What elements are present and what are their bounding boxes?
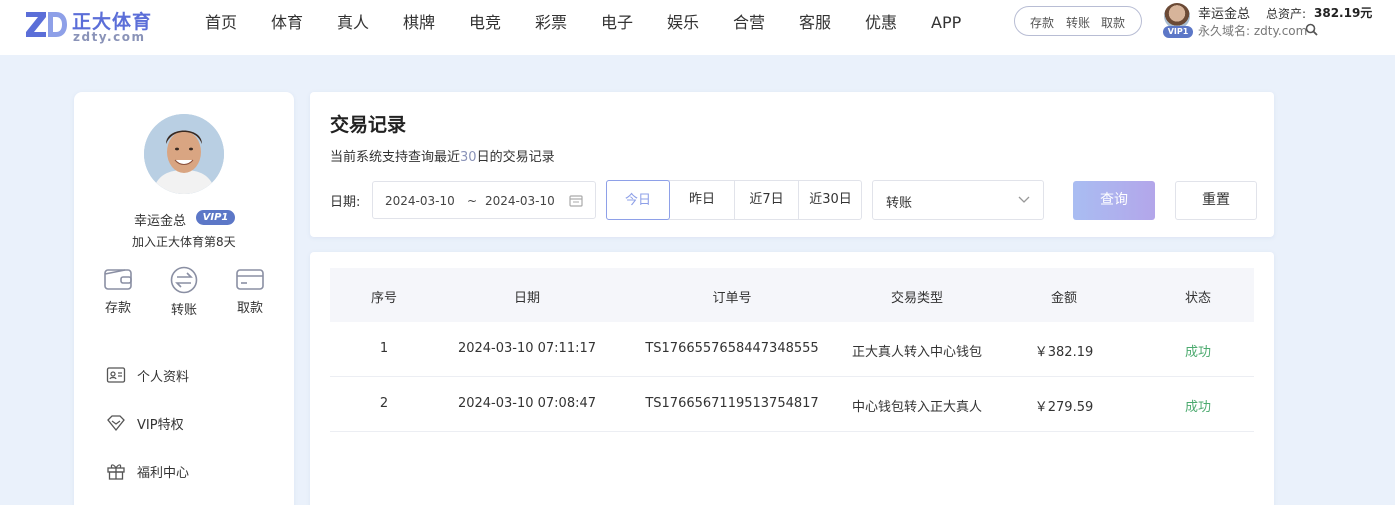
table-row: 1 2024-03-10 07:11:17 TS1766557658447348… (330, 322, 1254, 377)
transaction-table: 序号 日期 订单号 交易类型 金额 状态 1 2024-03-10 07:11:… (310, 252, 1274, 505)
transaction-filter-panel: 交易记录 当前系统支持查询最近30日的交易记录 日期: 2024-03-10 ~… (310, 92, 1274, 237)
cell-order-no: TS1766567119513754817 (645, 396, 819, 411)
cell-date: 2024-03-10 07:11:17 (457, 341, 597, 356)
cell-amount: ￥382.19 (1034, 345, 1094, 360)
menu-item-profile[interactable]: 个人资料 (106, 363, 266, 387)
permanent-domain-value: zdty.com (1253, 24, 1308, 38)
sidebar-username: 幸运金总 (134, 214, 187, 229)
date-range-picker[interactable]: 2024-03-10 ~ 2024-03-10 (372, 181, 596, 219)
sidebar-vip-badge: VIP1 (196, 210, 235, 225)
menu-item-vip[interactable]: VIP特权 (106, 411, 266, 435)
total-assets-label: 总资产: (1266, 7, 1307, 21)
page-title: 交易记录 (330, 114, 407, 136)
table-header: 序号 日期 订单号 交易类型 金额 状态 (330, 268, 1254, 322)
cell-index: 2 (379, 396, 389, 411)
nav-slots[interactable]: 电子 (601, 0, 633, 46)
transfer-icon (170, 266, 198, 294)
date-label: 日期: (330, 195, 361, 210)
nav-esports[interactable]: 电竞 (469, 0, 501, 46)
header-vip-badge: VIP1 (1163, 26, 1193, 38)
id-card-icon (106, 367, 126, 383)
date-end: 2024-03-10 (485, 194, 555, 208)
join-days-text: 加入正大体育第8天 (132, 235, 236, 249)
cell-date: 2024-03-10 07:08:47 (457, 396, 597, 411)
cell-index: 1 (379, 341, 389, 356)
withdraw-button[interactable]: 取款 (230, 266, 270, 322)
date-start: 2024-03-10 (385, 194, 455, 208)
avatar-portrait (144, 114, 224, 194)
transfer-button[interactable]: 转账 (164, 266, 204, 322)
range-yesterday-button[interactable]: 昨日 (670, 180, 735, 220)
col-status: 状态 (1184, 291, 1211, 306)
nav-live[interactable]: 真人 (337, 0, 369, 46)
search-icon[interactable] (1305, 23, 1318, 36)
col-type: 交易类型 (890, 291, 943, 306)
table-row: 2 2024-03-10 07:08:47 TS1766567119513754… (330, 377, 1254, 432)
cell-type: 正大真人转入中心钱包 (851, 345, 982, 360)
profile-avatar[interactable] (144, 114, 224, 194)
subtitle-prefix: 当前系统支持查询最近 (330, 150, 461, 165)
zd-logo-icon (26, 12, 67, 37)
date-range-tabs: 今日 昨日 近7日 近30日 (606, 180, 862, 220)
permanent-domain-label: 永久域名: (1198, 24, 1251, 38)
cell-type: 中心钱包转入正大真人 (851, 400, 982, 415)
header-username[interactable]: 幸运金总 (1198, 3, 1250, 22)
col-amount: 金额 (1050, 291, 1077, 306)
range-7days-button[interactable]: 近7日 (735, 180, 799, 220)
permanent-domain: 永久域名: zdty.com (1198, 22, 1307, 39)
query-button[interactable]: 查询 (1073, 181, 1155, 220)
chevron-down-icon (1018, 196, 1030, 203)
quick-transfer-link[interactable]: 转账 (1066, 14, 1090, 31)
transaction-type-select[interactable]: 转账 (872, 180, 1044, 220)
reset-button[interactable]: 重置 (1175, 181, 1257, 220)
calendar-icon (569, 195, 583, 207)
brand-domain: zdty.com (73, 30, 146, 44)
col-index: 序号 (370, 291, 397, 306)
nav-home[interactable]: 首页 (205, 0, 237, 46)
range-30days-button[interactable]: 近30日 (799, 180, 862, 220)
gift-icon (107, 464, 125, 480)
menu-vip-label: VIP特权 (137, 418, 184, 433)
diamond-icon (107, 415, 125, 432)
page-subtitle: 当前系统支持查询最近30日的交易记录 (330, 146, 555, 165)
menu-benefits-label: 福利中心 (137, 466, 190, 481)
range-today-button[interactable]: 今日 (606, 180, 670, 220)
nav-entertainment[interactable]: 娱乐 (667, 0, 699, 46)
top-header: 正大体育 zdty.com 首页 体育 真人 棋牌 电竞 彩票 电子 娱乐 合营… (0, 0, 1395, 55)
quick-deposit-link[interactable]: 存款 (1030, 14, 1054, 31)
subtitle-days: 30 (460, 150, 477, 165)
brand-logo[interactable]: 正大体育 zdty.com (24, 5, 154, 45)
deposit-button[interactable]: 存款 (98, 266, 138, 322)
nav-support[interactable]: 客服 (799, 0, 831, 46)
transaction-type-value: 转账 (886, 196, 913, 211)
cell-status: 成功 (1184, 400, 1211, 415)
menu-profile-label: 个人资料 (137, 370, 190, 385)
wallet-icon (104, 269, 132, 290)
cell-order-no: TS1766557658447348555 (645, 341, 819, 356)
nav-affiliate[interactable]: 合营 (733, 0, 765, 46)
menu-item-benefits[interactable]: 福利中心 (106, 459, 266, 483)
transfer-label: 转账 (170, 303, 197, 318)
deposit-label: 存款 (104, 301, 131, 316)
card-icon (236, 269, 264, 290)
cell-amount: ￥279.59 (1034, 400, 1094, 415)
total-assets-value: 382.19元 (1314, 6, 1373, 20)
col-order-no: 订单号 (712, 291, 752, 306)
quick-withdraw-link[interactable]: 取款 (1101, 14, 1125, 31)
nav-app[interactable]: APP (931, 0, 961, 46)
withdraw-label: 取款 (236, 301, 263, 316)
nav-cards[interactable]: 棋牌 (403, 0, 435, 46)
account-sidebar: 幸运金总 VIP1 加入正大体育第8天 存款 转账 取款 个人资料 VIP特权 … (74, 92, 294, 505)
nav-lottery[interactable]: 彩票 (535, 0, 567, 46)
quick-actions-pill: 存款 转账 取款 (1014, 6, 1142, 36)
nav-promotions[interactable]: 优惠 (865, 0, 897, 46)
date-separator: ~ (467, 194, 478, 208)
nav-sports[interactable]: 体育 (271, 0, 303, 46)
subtitle-suffix: 日的交易记录 (476, 150, 555, 165)
cell-status: 成功 (1184, 345, 1211, 360)
col-date: 日期 (513, 291, 540, 306)
